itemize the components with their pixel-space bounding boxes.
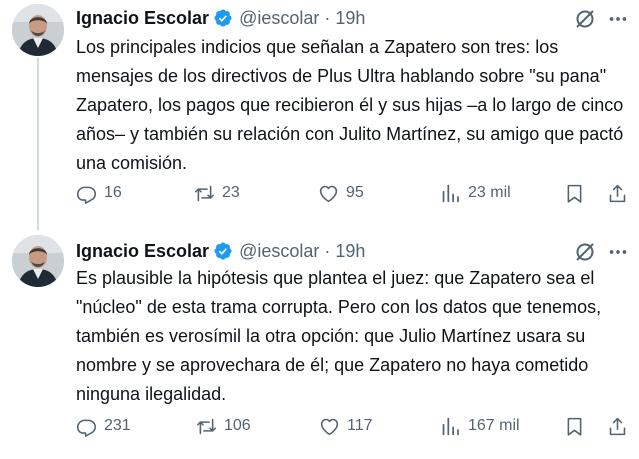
- more-icon[interactable]: [607, 8, 629, 30]
- share-button[interactable]: [607, 413, 628, 439]
- views-button[interactable]: 167 mil: [440, 413, 520, 439]
- reply-count: 231: [104, 417, 131, 434]
- bookmark-icon: [567, 184, 582, 203]
- repost-button[interactable]: 23: [194, 180, 240, 206]
- like-button[interactable]: 95: [318, 180, 364, 206]
- tweet-header: Ignacio Escolar @iescolar · 19h: [76, 239, 365, 263]
- like-icon: [319, 185, 338, 202]
- more-icon[interactable]: [607, 241, 629, 263]
- separator-dot: ·: [324, 240, 331, 261]
- author-handle[interactable]: @iescolar: [239, 8, 319, 29]
- verified-badge-icon: [214, 242, 232, 260]
- repost-icon: [194, 185, 215, 201]
- like-icon: [320, 418, 339, 435]
- share-icon: [609, 417, 626, 435]
- view-count: 167 mil: [468, 417, 520, 434]
- separator-dot: ·: [324, 7, 331, 28]
- timestamp[interactable]: 19h: [335, 8, 365, 29]
- bookmark-icon: [567, 417, 582, 436]
- reply-icon: [76, 186, 97, 204]
- bookmark-button[interactable]: [564, 413, 585, 439]
- tweet-header: Ignacio Escolar @iescolar · 19h: [76, 6, 365, 30]
- share-icon: [609, 184, 626, 202]
- grok-icon[interactable]: [573, 7, 597, 31]
- reply-button[interactable]: 16: [76, 180, 122, 206]
- repost-count: 23: [222, 184, 240, 201]
- author-name[interactable]: Ignacio Escolar: [76, 8, 209, 29]
- repost-count: 106: [224, 417, 251, 434]
- reply-icon: [76, 419, 97, 437]
- avatar[interactable]: [12, 235, 64, 287]
- author-name[interactable]: Ignacio Escolar: [76, 241, 209, 262]
- tweet-text: Es plausible la hipótesis que plantea el…: [76, 268, 602, 404]
- reply-button[interactable]: 231: [76, 413, 131, 439]
- bookmark-button[interactable]: [564, 180, 585, 206]
- views-icon: [442, 184, 459, 202]
- tweet-text: Los principales indicios que señalan a Z…: [76, 37, 624, 173]
- view-count: 23 mil: [468, 184, 511, 201]
- grok-icon[interactable]: [573, 240, 597, 264]
- avatar[interactable]: [12, 4, 64, 56]
- tweet[interactable]: Ignacio Escolar @iescolar · 19h Los prin…: [0, 0, 639, 230]
- repost-button[interactable]: 106: [196, 413, 251, 439]
- author-handle[interactable]: @iescolar: [239, 241, 319, 262]
- views-icon: [442, 417, 459, 435]
- tweet-actions: 16 23 95 23 mil: [76, 180, 632, 206]
- like-count: 117: [347, 417, 373, 434]
- share-button[interactable]: [607, 180, 628, 206]
- tweet-actions: 231 106 117 167 mil: [76, 413, 632, 439]
- views-button[interactable]: 23 mil: [440, 180, 511, 206]
- tweet[interactable]: Ignacio Escolar @iescolar · 19h Es plaus…: [0, 230, 639, 459]
- timestamp[interactable]: 19h: [335, 241, 365, 262]
- verified-badge-icon: [214, 9, 232, 27]
- repost-icon: [196, 418, 217, 434]
- reply-count: 16: [104, 184, 122, 201]
- like-button[interactable]: 117: [319, 413, 373, 439]
- thread-connector-line: [37, 58, 39, 230]
- like-count: 95: [346, 184, 364, 201]
